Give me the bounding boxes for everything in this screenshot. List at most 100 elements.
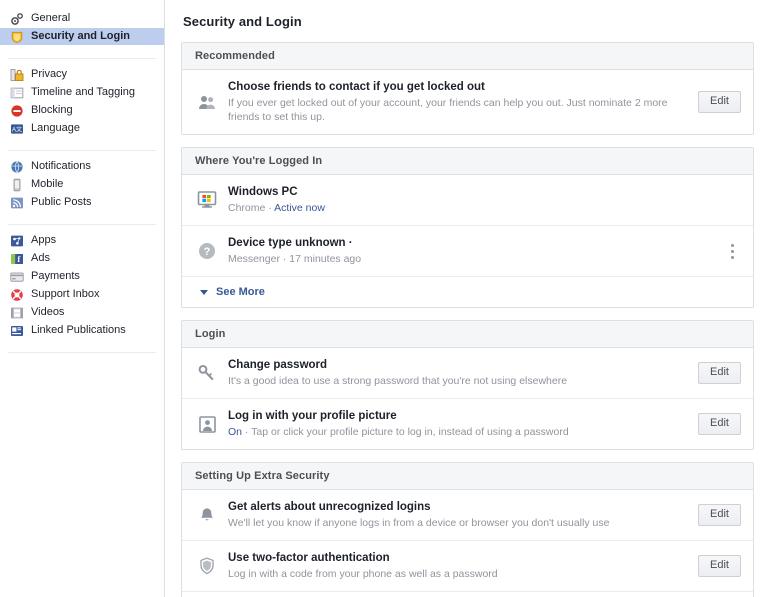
sidebar-item-label: Language bbox=[31, 122, 80, 134]
setting-state-separator: · bbox=[242, 426, 252, 438]
setting-row-choose-3-to-5-friends[interactable]: Choose 3 to 5 friends to contact if you … bbox=[182, 592, 753, 597]
session-location-redacted bbox=[303, 185, 338, 200]
sidebar-item-security-and-login[interactable]: Security and Login bbox=[0, 28, 164, 45]
session-location-redacted bbox=[358, 236, 396, 251]
sidebar-item-apps[interactable]: Apps bbox=[0, 232, 164, 249]
sidebar-item-privacy[interactable]: Privacy bbox=[0, 66, 164, 83]
sidebar-item-language[interactable]: A文 Language bbox=[0, 120, 164, 137]
session-row-windows-pc[interactable]: Windows PC Chrome · Active now bbox=[182, 175, 753, 226]
key-icon bbox=[196, 362, 218, 384]
setting-row-body: Use two-factor authentication Log in wit… bbox=[228, 551, 688, 581]
setting-row-change-password[interactable]: Change password It's a good idea to use … bbox=[182, 348, 753, 399]
sidebar-divider bbox=[8, 352, 156, 353]
sidebar-item-videos[interactable]: Videos bbox=[0, 304, 164, 321]
session-status[interactable]: Active now bbox=[274, 202, 325, 214]
sidebar-item-label: Privacy bbox=[31, 68, 68, 80]
setting-row-title: Choose friends to contact if you get loc… bbox=[228, 81, 485, 93]
setting-row-title: Log in with your profile picture bbox=[228, 410, 397, 422]
globe-icon bbox=[10, 160, 24, 174]
sidebar-item-blocking[interactable]: Blocking bbox=[0, 102, 164, 119]
section-header-login: Login bbox=[182, 321, 753, 348]
svg-text:?: ? bbox=[204, 246, 211, 258]
setting-row-body: Change password It's a good idea to use … bbox=[228, 358, 688, 388]
card-recommended: Recommended Choose friends to contact if… bbox=[181, 42, 754, 135]
card-where-youre-logged-in: Where You're Logged In Windows PC Chrome… bbox=[181, 147, 754, 308]
sidebar-item-notifications[interactable]: Notifications bbox=[0, 158, 164, 175]
shield-icon bbox=[10, 30, 24, 44]
setting-row-subtitle-with-state: On · Tap or click your profile picture t… bbox=[228, 425, 688, 439]
session-app: Messenger bbox=[228, 253, 280, 265]
sidebar-item-label: Security and Login bbox=[31, 30, 131, 42]
sidebar-item-payments[interactable]: Payments bbox=[0, 268, 164, 285]
sidebar-item-label: Mobile bbox=[31, 178, 64, 190]
edit-button[interactable]: Edit bbox=[698, 362, 741, 384]
setting-row-two-factor-authentication[interactable]: Use two-factor authentication Log in wit… bbox=[182, 541, 753, 592]
lock-icon bbox=[10, 68, 24, 82]
section-header-extra-security: Setting Up Extra Security bbox=[182, 463, 753, 490]
bell-icon bbox=[196, 504, 218, 526]
sidebar-item-label: Blocking bbox=[31, 104, 73, 116]
setting-row-subtitle: If you ever get locked out of your accou… bbox=[228, 97, 668, 123]
svg-text:A文: A文 bbox=[12, 125, 22, 133]
setting-row-subtitle: Log in with a code from your phone as we… bbox=[228, 568, 498, 580]
sidebar-item-label: Linked Publications bbox=[31, 324, 126, 336]
setting-row-title: Change password bbox=[228, 359, 328, 371]
unknown-device-icon: ? bbox=[196, 240, 218, 262]
rss-icon bbox=[10, 196, 24, 210]
chevron-down-icon bbox=[200, 289, 208, 295]
session-options-menu-icon[interactable] bbox=[723, 240, 741, 262]
setting-row-body: Get alerts about unrecognized logins We'… bbox=[228, 500, 688, 530]
edit-button[interactable]: Edit bbox=[698, 413, 741, 435]
sidebar-item-label: Public Posts bbox=[31, 196, 92, 208]
session-device-name: Device type unknown · bbox=[228, 236, 715, 251]
gears-icon bbox=[10, 12, 24, 26]
sidebar-item-general[interactable]: General bbox=[0, 10, 164, 27]
dot bbox=[730, 243, 734, 247]
timeline-icon bbox=[10, 86, 24, 100]
setting-row-unrecognized-login-alerts[interactable]: Get alerts about unrecognized logins We'… bbox=[182, 490, 753, 541]
windows-monitor-icon bbox=[196, 189, 218, 211]
setting-row-title: Get alerts about unrecognized logins bbox=[228, 501, 431, 513]
sidebar-item-label: Support Inbox bbox=[31, 288, 100, 300]
sidebar-group-services: Apps f Ads Payments Support Inbox Videos… bbox=[0, 232, 164, 346]
sidebar-item-public-posts[interactable]: Public Posts bbox=[0, 194, 164, 211]
dot bbox=[730, 249, 734, 253]
setting-row-title: Use two-factor authentication bbox=[228, 552, 390, 564]
see-more-button[interactable]: See More bbox=[182, 277, 753, 307]
settings-main: Security and Login Recommended Choose fr… bbox=[165, 0, 768, 597]
edit-button[interactable]: Edit bbox=[698, 91, 741, 113]
setting-row-log-in-with-profile-picture[interactable]: Log in with your profile picture On · Ta… bbox=[182, 399, 753, 449]
edit-button[interactable]: Edit bbox=[698, 504, 741, 526]
setting-row-subtitle: It's a good idea to use a strong passwor… bbox=[228, 375, 568, 387]
session-separator: · bbox=[268, 202, 272, 214]
setting-state-value: On bbox=[228, 426, 243, 438]
profile-picture-icon bbox=[196, 413, 218, 435]
sidebar-item-label: General bbox=[31, 12, 71, 24]
svg-text:f: f bbox=[17, 254, 20, 264]
sidebar-group-notifications: Notifications Mobile Public Posts bbox=[0, 158, 164, 218]
session-row-body: Windows PC Chrome · Active now bbox=[228, 185, 741, 215]
sidebar-item-label: Videos bbox=[31, 306, 65, 318]
sidebar-item-timeline-and-tagging[interactable]: Timeline and Tagging bbox=[0, 84, 164, 101]
sidebar-item-support-inbox[interactable]: Support Inbox bbox=[0, 286, 164, 303]
session-device-label: Windows PC bbox=[228, 186, 298, 198]
sidebar-item-linked-publications[interactable]: Linked Publications bbox=[0, 322, 164, 339]
lifesaver-icon bbox=[10, 288, 24, 302]
session-device-name: Windows PC bbox=[228, 185, 741, 200]
session-meta: Chrome · Active now bbox=[228, 201, 741, 215]
dot bbox=[730, 255, 734, 259]
session-separator: · bbox=[282, 253, 287, 265]
settings-page: General Security and Login Privacy Timel… bbox=[0, 0, 768, 597]
settings-sidebar: General Security and Login Privacy Timel… bbox=[0, 0, 165, 597]
session-status: 17 minutes ago bbox=[289, 253, 362, 265]
setting-row-subtitle: We'll let you know if anyone logs in fro… bbox=[228, 517, 610, 529]
session-meta: Messenger · 17 minutes ago bbox=[228, 252, 715, 266]
sidebar-item-mobile[interactable]: Mobile bbox=[0, 176, 164, 193]
film-icon bbox=[10, 306, 24, 320]
page-title: Security and Login bbox=[183, 14, 302, 29]
section-header-recommended: Recommended bbox=[182, 43, 753, 70]
sidebar-item-ads[interactable]: f Ads bbox=[0, 250, 164, 267]
edit-button[interactable]: Edit bbox=[698, 555, 741, 577]
setting-row-choose-friends-recommended[interactable]: Choose friends to contact if you get loc… bbox=[182, 70, 753, 134]
session-row-device-type-unknown[interactable]: ? Device type unknown · Messenger · 17 m… bbox=[182, 226, 753, 277]
